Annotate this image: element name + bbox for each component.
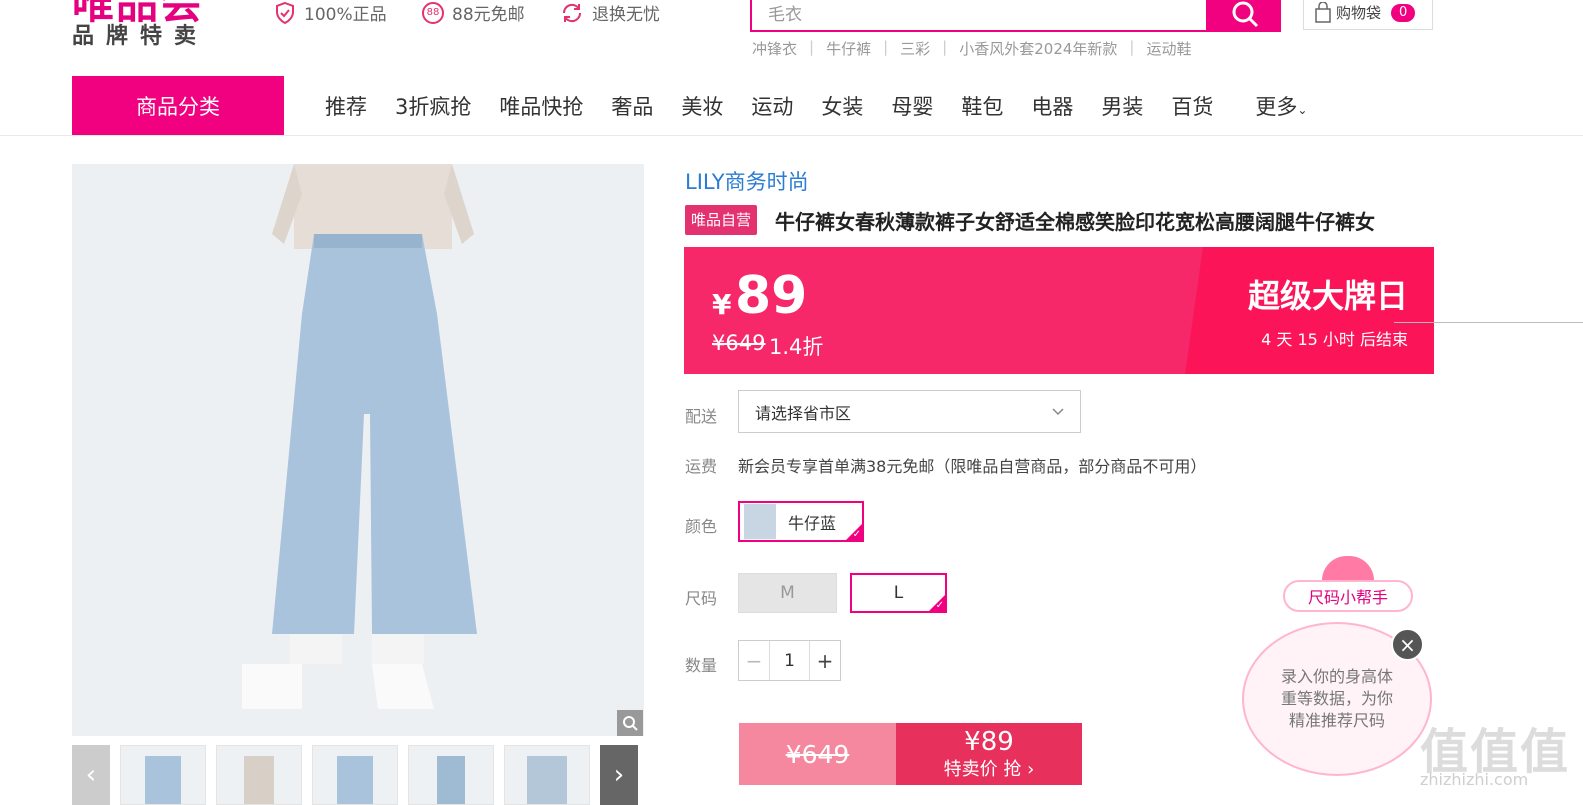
quantity-stepper: − 1 + [738, 640, 841, 681]
category-menu-button[interactable]: 商品分类 [72, 76, 284, 135]
buy-original-price[interactable]: ¥649 [739, 723, 896, 785]
check-icon: ✓ [852, 529, 861, 540]
free-shipping-88-icon: 88 [422, 1, 444, 24]
promise-returns-label: 退换无忧 [592, 5, 660, 25]
nav-item[interactable]: 奢品 [611, 91, 653, 121]
event-name: 超级大牌日 [1247, 277, 1408, 315]
thumbnail-strip: ‹ › [72, 745, 644, 805]
size-helper-message: 录入你的身高体重等数据，为你精准推荐尺码 [1280, 667, 1393, 730]
promise-genuine: 100%正品 [274, 0, 387, 25]
event-countdown: 4 天 15 小时 后结束 [1261, 330, 1408, 349]
promise-free-shipping: 88 88元免邮 [422, 0, 525, 25]
shipping-fee-label: 运费 [685, 457, 718, 476]
cart-count-badge: 0 [1391, 3, 1416, 22]
color-swatch-image [744, 504, 776, 539]
shopping-bag-icon [1315, 1, 1331, 23]
quantity-increase-button[interactable]: + [809, 641, 840, 680]
quantity-decrease-button[interactable]: − [739, 641, 770, 680]
hot-word-link[interactable]: 冲锋衣 [752, 38, 797, 59]
nav-item[interactable]: 唯品快抢 [499, 91, 583, 121]
site-logo-subtitle: 品牌特卖 [72, 24, 209, 49]
nav-item[interactable]: 母婴 [891, 91, 933, 121]
delivery-label: 配送 [685, 407, 718, 426]
product-main-image[interactable] [72, 164, 644, 736]
size-label: 尺码 [685, 589, 718, 608]
thumbnail[interactable] [216, 745, 302, 805]
promise-returns: 退换无忧 [560, 0, 660, 25]
color-option-selected[interactable]: 牛仔蓝 ✓ [738, 501, 864, 542]
buy-now-price: ¥89 [964, 727, 1014, 757]
color-option-label: 牛仔蓝 [788, 513, 837, 533]
jeans-model-illustration [72, 164, 644, 736]
region-select-value: 请选择省市区 [755, 403, 852, 423]
thumbnail[interactable] [120, 745, 206, 805]
sale-price: 89 [735, 266, 808, 326]
chevron-down-icon: ⌄ [1297, 102, 1308, 117]
quantity-value[interactable]: 1 [770, 641, 809, 680]
size-option-disabled[interactable]: M [738, 573, 837, 613]
watermark-url: zhizhizhi.com [1420, 770, 1529, 789]
size-helper-close-button[interactable]: × [1391, 628, 1424, 661]
close-icon: × [1399, 632, 1416, 657]
nav-item[interactable]: 男装 [1101, 91, 1143, 121]
return-icon [562, 3, 582, 22]
hot-word-link[interactable]: 运动鞋 [1146, 38, 1191, 59]
hot-word-link[interactable]: 牛仔裤 [826, 38, 871, 59]
price-currency: ¥ [712, 288, 732, 321]
quantity-label: 数量 [685, 656, 718, 675]
shield-check-icon [276, 1, 294, 24]
cart-label: 购物袋 [1336, 4, 1382, 22]
nav-more-label: 更多 [1255, 94, 1298, 119]
thumb-next-button[interactable]: › [600, 745, 638, 805]
hot-search-words: 冲锋衣 | 牛仔裤 | 三彩 | 小香风外套2024年新款 | 运动鞋 [752, 38, 1192, 59]
thumbnail[interactable] [312, 745, 398, 805]
search-box [750, 0, 1208, 32]
hot-word-link[interactable]: 三彩 [900, 38, 930, 59]
nav-item[interactable]: 鞋包 [961, 91, 1003, 121]
nav-item[interactable]: 3折疯抢 [395, 91, 471, 121]
shipping-fee-text: 新会员专享首单满38元免邮（限唯品自营商品，部分商品不可用） [738, 457, 1207, 476]
zoom-button[interactable] [617, 710, 643, 736]
nav-item[interactable]: 电器 [1031, 91, 1073, 121]
buy-now-label: 特卖价 抢 › [943, 759, 1035, 780]
decorative-line [1394, 322, 1583, 323]
original-price: ¥649 [712, 331, 766, 355]
check-icon: ✓ [935, 600, 944, 611]
promise-free-shipping-label: 88元免邮 [452, 5, 525, 25]
hot-word-link[interactable]: 小香风外套2024年新款 [959, 38, 1117, 59]
chevron-left-icon: ‹ [85, 760, 97, 790]
chevron-right-icon: › [613, 760, 625, 790]
nav-item[interactable]: 美妆 [681, 91, 723, 121]
magnifier-icon [623, 716, 638, 731]
nav-divider [0, 135, 1583, 136]
promise-genuine-label: 100%正品 [304, 5, 387, 25]
product-title: 牛仔裤女春秋薄款裤子女舒适全棉感笑脸印花宽松高腰阔腿牛仔裤女 [775, 210, 1375, 234]
thumbnail[interactable] [504, 745, 590, 805]
nav-item[interactable]: 女装 [821, 91, 863, 121]
search-icon [1232, 1, 1258, 28]
brand-link[interactable]: LILY商务时尚 [685, 166, 809, 196]
chevron-down-icon [1052, 407, 1064, 415]
color-label: 颜色 [685, 517, 718, 536]
thumbnail[interactable] [408, 745, 494, 805]
nav-item[interactable]: 百货 [1171, 91, 1213, 121]
nav-item[interactable]: 运动 [751, 91, 793, 121]
cart-button[interactable]: 购物袋 0 [1303, 0, 1433, 30]
discount-rate: 1.4折 [769, 335, 824, 359]
region-select[interactable]: 请选择省市区 [738, 390, 1081, 433]
nav-item[interactable]: 推荐 [325, 91, 367, 121]
size-helper-button[interactable]: 尺码小帮手 [1283, 580, 1413, 612]
search-input[interactable] [752, 0, 1204, 28]
main-nav: 推荐 3折疯抢 唯品快抢 奢品 美妆 运动 女装 母婴 鞋包 电器 男装 百货 … [325, 76, 1307, 135]
self-operated-badge: 唯品自营 [685, 205, 758, 235]
buy-now-button[interactable]: ¥89 特卖价 抢 › [896, 723, 1082, 785]
size-option-label: L [893, 583, 904, 603]
thumb-prev-button[interactable]: ‹ [72, 745, 110, 805]
size-option-selected[interactable]: L ✓ [850, 573, 947, 613]
nav-more[interactable]: 更多⌄ [1255, 91, 1307, 121]
search-button[interactable] [1208, 0, 1281, 32]
